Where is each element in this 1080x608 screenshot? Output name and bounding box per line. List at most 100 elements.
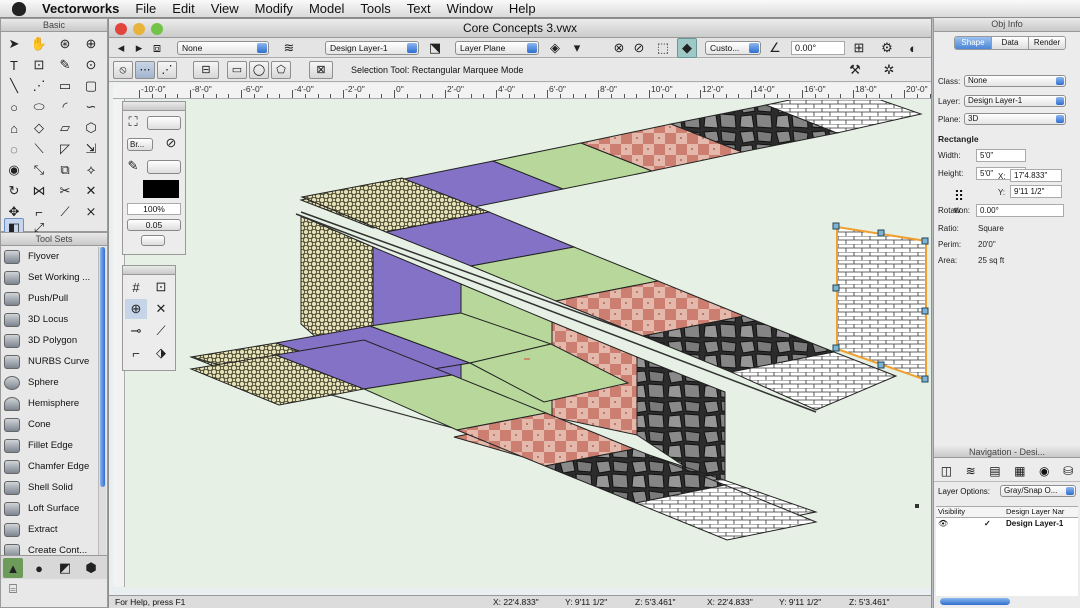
freehand-tool-icon[interactable]: ∽ — [81, 97, 101, 117]
polyline-tool-icon[interactable]: ⌂ — [4, 118, 24, 138]
forward-arrow-icon[interactable]: ▸ — [129, 38, 149, 58]
oval-tool-icon[interactable]: ⬭ — [29, 97, 49, 117]
classes-tab-icon[interactable]: ◫ — [941, 464, 952, 478]
handle-top-mid[interactable] — [877, 229, 885, 237]
shape-tool-icon[interactable]: ◸ — [55, 139, 75, 159]
class-dropdown[interactable]: None — [964, 75, 1066, 87]
snap-angle-icon[interactable]: ⊕ — [125, 299, 147, 319]
pen-icon[interactable]: ✎ — [125, 158, 141, 174]
tool-flyover[interactable]: Flyover — [1, 246, 97, 267]
attributes-tool-icon[interactable]: ◉ — [4, 160, 24, 180]
reference-point-icon[interactable]: ⠿ — [948, 185, 970, 207]
tools-icon[interactable]: ⊞ — [849, 38, 869, 58]
snap-edge-icon[interactable]: ⬗ — [150, 343, 172, 363]
tool-3d-polygon[interactable]: 3D Polygon — [1, 330, 97, 351]
regular-polygon-tool-icon[interactable]: ▱ — [55, 118, 75, 138]
offset-tool-icon[interactable]: ⇲ — [81, 139, 101, 159]
chamfer-tool-icon[interactable]: ⟋ — [55, 202, 75, 222]
class-select[interactable]: None — [177, 41, 269, 55]
width-field[interactable]: 5'0" — [976, 149, 1026, 162]
plane-select[interactable]: Layer Plane — [455, 41, 539, 55]
menu-help[interactable]: Help — [501, 1, 544, 16]
zoom-tool-icon[interactable]: ⊕ — [81, 34, 101, 54]
site-planning-set-icon[interactable]: ⌸ — [3, 579, 23, 599]
rectangle-tool-icon[interactable]: ▭ — [55, 76, 75, 96]
polygon-tool-icon[interactable]: ◇ — [29, 118, 49, 138]
tool-nurbs-curve[interactable]: NURBS Curve — [1, 351, 97, 372]
handle-bottom-mid[interactable] — [877, 361, 885, 369]
arc-tool-icon[interactable]: ◜ — [55, 97, 75, 117]
layer-select[interactable]: Design Layer-1 — [325, 41, 419, 55]
fill-bucket-icon[interactable]: ⛶ — [125, 114, 141, 130]
snap-grid-icon[interactable]: # — [125, 277, 147, 297]
menu-text[interactable]: Text — [399, 1, 439, 16]
double-line-tool-icon[interactable]: ⋰ — [29, 76, 49, 96]
close-button[interactable] — [115, 23, 127, 35]
polygon-marquee-mode-icon[interactable]: ⋰ — [157, 61, 177, 79]
oval-select-icon[interactable]: ◯ — [249, 61, 269, 79]
opacity-field[interactable]: 100% — [127, 203, 181, 215]
visibility-eye-icon[interactable]: 👁 — [938, 518, 948, 530]
display-option-icon[interactable]: ⊠ — [309, 61, 333, 79]
arrowheads-select[interactable] — [141, 235, 165, 246]
hexagon-tool-icon[interactable]: ⬡ — [81, 118, 101, 138]
tool-set-working-plane[interactable]: Set Working ... — [1, 267, 97, 288]
sheet-layers-tab-icon[interactable]: ▤ — [989, 464, 1000, 478]
layer-dropdown[interactable]: Design Layer-1 — [964, 95, 1066, 107]
plane-dropdown[interactable]: 3D — [964, 113, 1066, 125]
minimize-button[interactable] — [133, 23, 145, 35]
tool-sphere[interactable]: Sphere — [1, 372, 97, 393]
tool-3d-locus[interactable]: 3D Locus — [1, 309, 97, 330]
pen-type-select[interactable] — [147, 160, 181, 174]
handle-bottom-left[interactable] — [832, 344, 840, 352]
perspective-icon[interactable]: ⊘ — [629, 38, 649, 58]
flyover-view-icon[interactable]: ⊗ — [609, 38, 629, 58]
tool-chamfer-edge[interactable]: Chamfer Edge — [1, 456, 97, 477]
menu-file[interactable]: File — [127, 1, 164, 16]
rounded-rectangle-tool-icon[interactable]: ▢ — [81, 76, 101, 96]
zoom-button[interactable] — [151, 23, 163, 35]
tab-render[interactable]: Render — [1028, 37, 1065, 49]
menu-window[interactable]: Window — [439, 1, 501, 16]
menu-app[interactable]: Vectorworks — [34, 1, 127, 16]
tab-data[interactable]: Data — [991, 37, 1028, 49]
3d-modeling-set-icon[interactable]: ▲ — [3, 558, 23, 578]
snap-point-icon[interactable]: ⌐ — [125, 343, 147, 363]
flyover-tool-icon[interactable]: ⊛ — [55, 34, 75, 54]
handle-top-left[interactable] — [832, 222, 840, 230]
handle-bottom-right[interactable] — [921, 375, 929, 383]
tool-shell-solid[interactable]: Shell Solid — [1, 477, 97, 498]
snap-object-icon[interactable]: ⊡ — [150, 277, 172, 297]
references-tab-icon[interactable]: ⛁ — [1063, 464, 1073, 478]
render-select[interactable]: Custo... — [705, 41, 761, 55]
drawing-canvas[interactable] — [126, 87, 931, 588]
standard-view-icon[interactable]: ◈ — [545, 38, 565, 58]
viewports-tab-icon[interactable]: ▦ — [1014, 464, 1025, 478]
table-row[interactable]: 👁 ✓ Design Layer-1 — [936, 518, 1078, 530]
sheet-settings-icon[interactable]: ⚙ — [877, 38, 897, 58]
layer-stack-icon[interactable]: ≋ — [279, 38, 299, 58]
snap-intersection-icon[interactable]: ✕ — [150, 299, 172, 319]
layers-tab-icon[interactable]: ≋ — [966, 464, 976, 478]
apple-icon[interactable] — [12, 1, 26, 16]
circle-tool-icon[interactable]: ○ — [4, 97, 24, 117]
tool-hemisphere[interactable]: Hemisphere — [1, 393, 97, 414]
text-tool-icon[interactable]: T — [4, 55, 24, 75]
fill-type-select[interactable] — [147, 116, 181, 130]
building-shell-set-icon[interactable]: ⬢ — [81, 558, 101, 578]
tool-sets-scrollbar[interactable] — [98, 247, 106, 577]
navigation-scrollbar[interactable] — [940, 598, 1010, 605]
handle-top-right[interactable] — [921, 237, 929, 245]
plane-icon[interactable]: ⬔ — [425, 38, 445, 58]
selection-tool-icon[interactable]: ➤ — [4, 34, 24, 54]
tab-shape[interactable]: Shape — [955, 37, 991, 49]
angle-field[interactable]: 0.00° — [791, 41, 845, 55]
clip-tool-icon[interactable]: ⧉ — [55, 160, 75, 180]
visualization-set-icon[interactable]: ● — [29, 558, 49, 578]
line-weight-select[interactable]: 0.05 — [127, 219, 181, 231]
tool-push-pull[interactable]: Push/Pull — [1, 288, 97, 309]
marquee-mode-icon[interactable]: ⋯ — [135, 61, 155, 79]
fill-options-icon[interactable]: ⊘ — [163, 135, 179, 151]
snap-tangent-icon[interactable]: ⟋ — [150, 321, 172, 341]
pan-tool-icon[interactable]: ✋ — [29, 34, 49, 54]
